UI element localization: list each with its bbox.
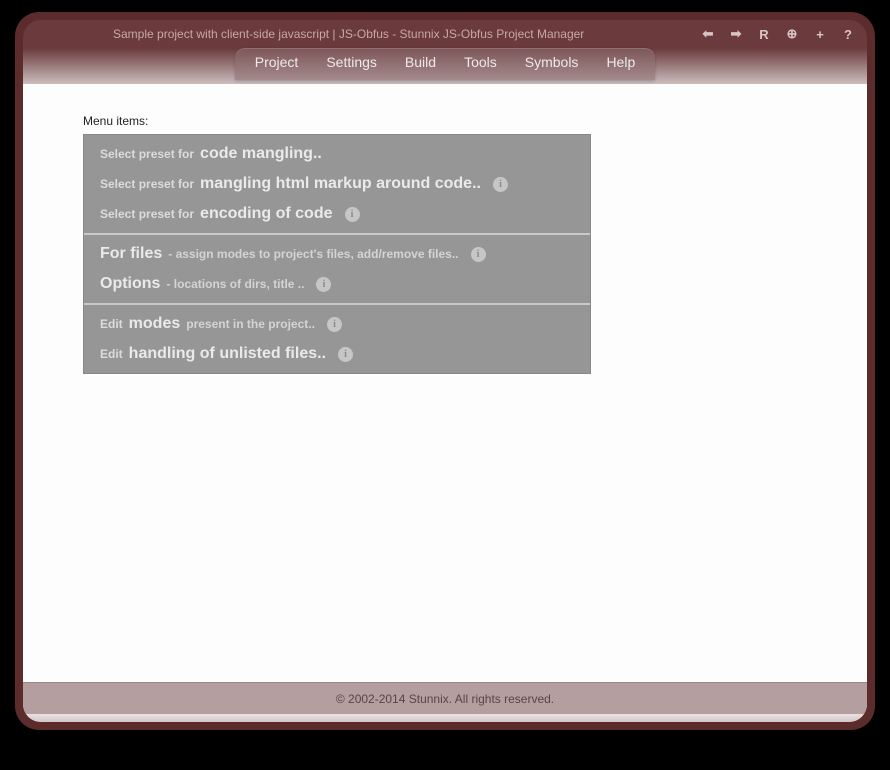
footer: © 2002-2014 Stunnix. All rights reserved… xyxy=(23,682,867,714)
menu-group: Edit modes present in the project.. i Editha… xyxy=(84,303,590,373)
row-suffix: present in the project.. xyxy=(186,315,315,333)
row-prefix: Edit xyxy=(100,315,123,333)
menu-row[interactable]: Options - locations of dirs, title .. i xyxy=(84,269,590,299)
footer-text: © 2002-2014 Stunnix. All rights reserved… xyxy=(336,692,554,706)
info-icon[interactable]: i xyxy=(471,247,486,262)
row-main: code mangling.. xyxy=(200,142,322,166)
menu-bar: Project Settings Build Tools Symbols Hel… xyxy=(235,48,655,80)
menu-tools[interactable]: Tools xyxy=(464,54,497,70)
row-suffix: - assign modes to project's files, add/r… xyxy=(168,245,458,263)
title-bar: Sample project with client-side javascri… xyxy=(23,20,867,48)
menu-row[interactable]: Select preset for mangling html markup ar… xyxy=(84,169,590,199)
row-main: modes xyxy=(129,312,181,336)
footer-border xyxy=(23,714,867,722)
zoom-icon[interactable]: ⊕ xyxy=(785,26,799,42)
menu-group: Select preset forcode mangling..Select p… xyxy=(84,135,590,233)
window-inner: Sample project with client-side javascri… xyxy=(23,20,867,722)
row-main: Options xyxy=(100,272,160,296)
title-icons: ⬅ ➡ R ⊕ + ? xyxy=(701,26,855,42)
menu-row[interactable]: For files - assign modes to project's fil… xyxy=(84,239,590,269)
content-area: Menu items: Select preset for code mangli… xyxy=(23,84,867,682)
row-prefix: Select preset for xyxy=(100,145,194,163)
info-icon[interactable]: i xyxy=(316,277,331,292)
info-icon[interactable]: i xyxy=(493,177,508,192)
menu-settings[interactable]: Settings xyxy=(326,54,377,70)
reload-icon[interactable]: R xyxy=(757,27,771,42)
menu-build[interactable]: Build xyxy=(405,54,436,70)
info-icon[interactable]: i xyxy=(345,207,360,222)
row-prefix: Select preset for xyxy=(100,205,194,223)
row-prefix: Select preset for xyxy=(100,175,194,193)
add-icon[interactable]: + xyxy=(813,27,827,42)
info-icon[interactable]: i xyxy=(338,347,353,362)
row-main: mangling html markup around code.. xyxy=(200,172,481,196)
menu-help[interactable]: Help xyxy=(606,54,635,70)
menu-row[interactable]: Select preset for encoding of code i xyxy=(84,199,590,229)
row-suffix: - locations of dirs, title .. xyxy=(166,275,304,293)
help-icon[interactable]: ? xyxy=(841,27,855,42)
row-main: encoding of code xyxy=(200,202,332,226)
back-icon[interactable]: ⬅ xyxy=(701,26,715,42)
content-heading: Menu items: xyxy=(83,114,867,128)
window-frame: Sample project with client-side javascri… xyxy=(15,12,875,730)
row-prefix: Edit xyxy=(100,345,123,363)
menu-row[interactable]: Edit modes present in the project.. i xyxy=(84,309,590,339)
menu-bar-wrap: Project Settings Build Tools Symbols Hel… xyxy=(23,48,867,84)
menu-group: For files - assign modes to project's fil… xyxy=(84,233,590,303)
menu-row[interactable]: Select preset for code mangling.. xyxy=(84,139,590,169)
window-title: Sample project with client-side javascri… xyxy=(113,27,584,41)
menu-symbols[interactable]: Symbols xyxy=(525,54,579,70)
menu-row[interactable]: Edit handling of unlisted files.. i xyxy=(84,339,590,369)
row-main: handling of unlisted files.. xyxy=(129,342,326,366)
row-main: For files xyxy=(100,242,162,266)
menu-project[interactable]: Project xyxy=(255,54,299,70)
forward-icon[interactable]: ➡ xyxy=(729,26,743,42)
menu-panel: Select preset forcode mangling..Select p… xyxy=(83,134,591,374)
info-icon[interactable]: i xyxy=(327,317,342,332)
